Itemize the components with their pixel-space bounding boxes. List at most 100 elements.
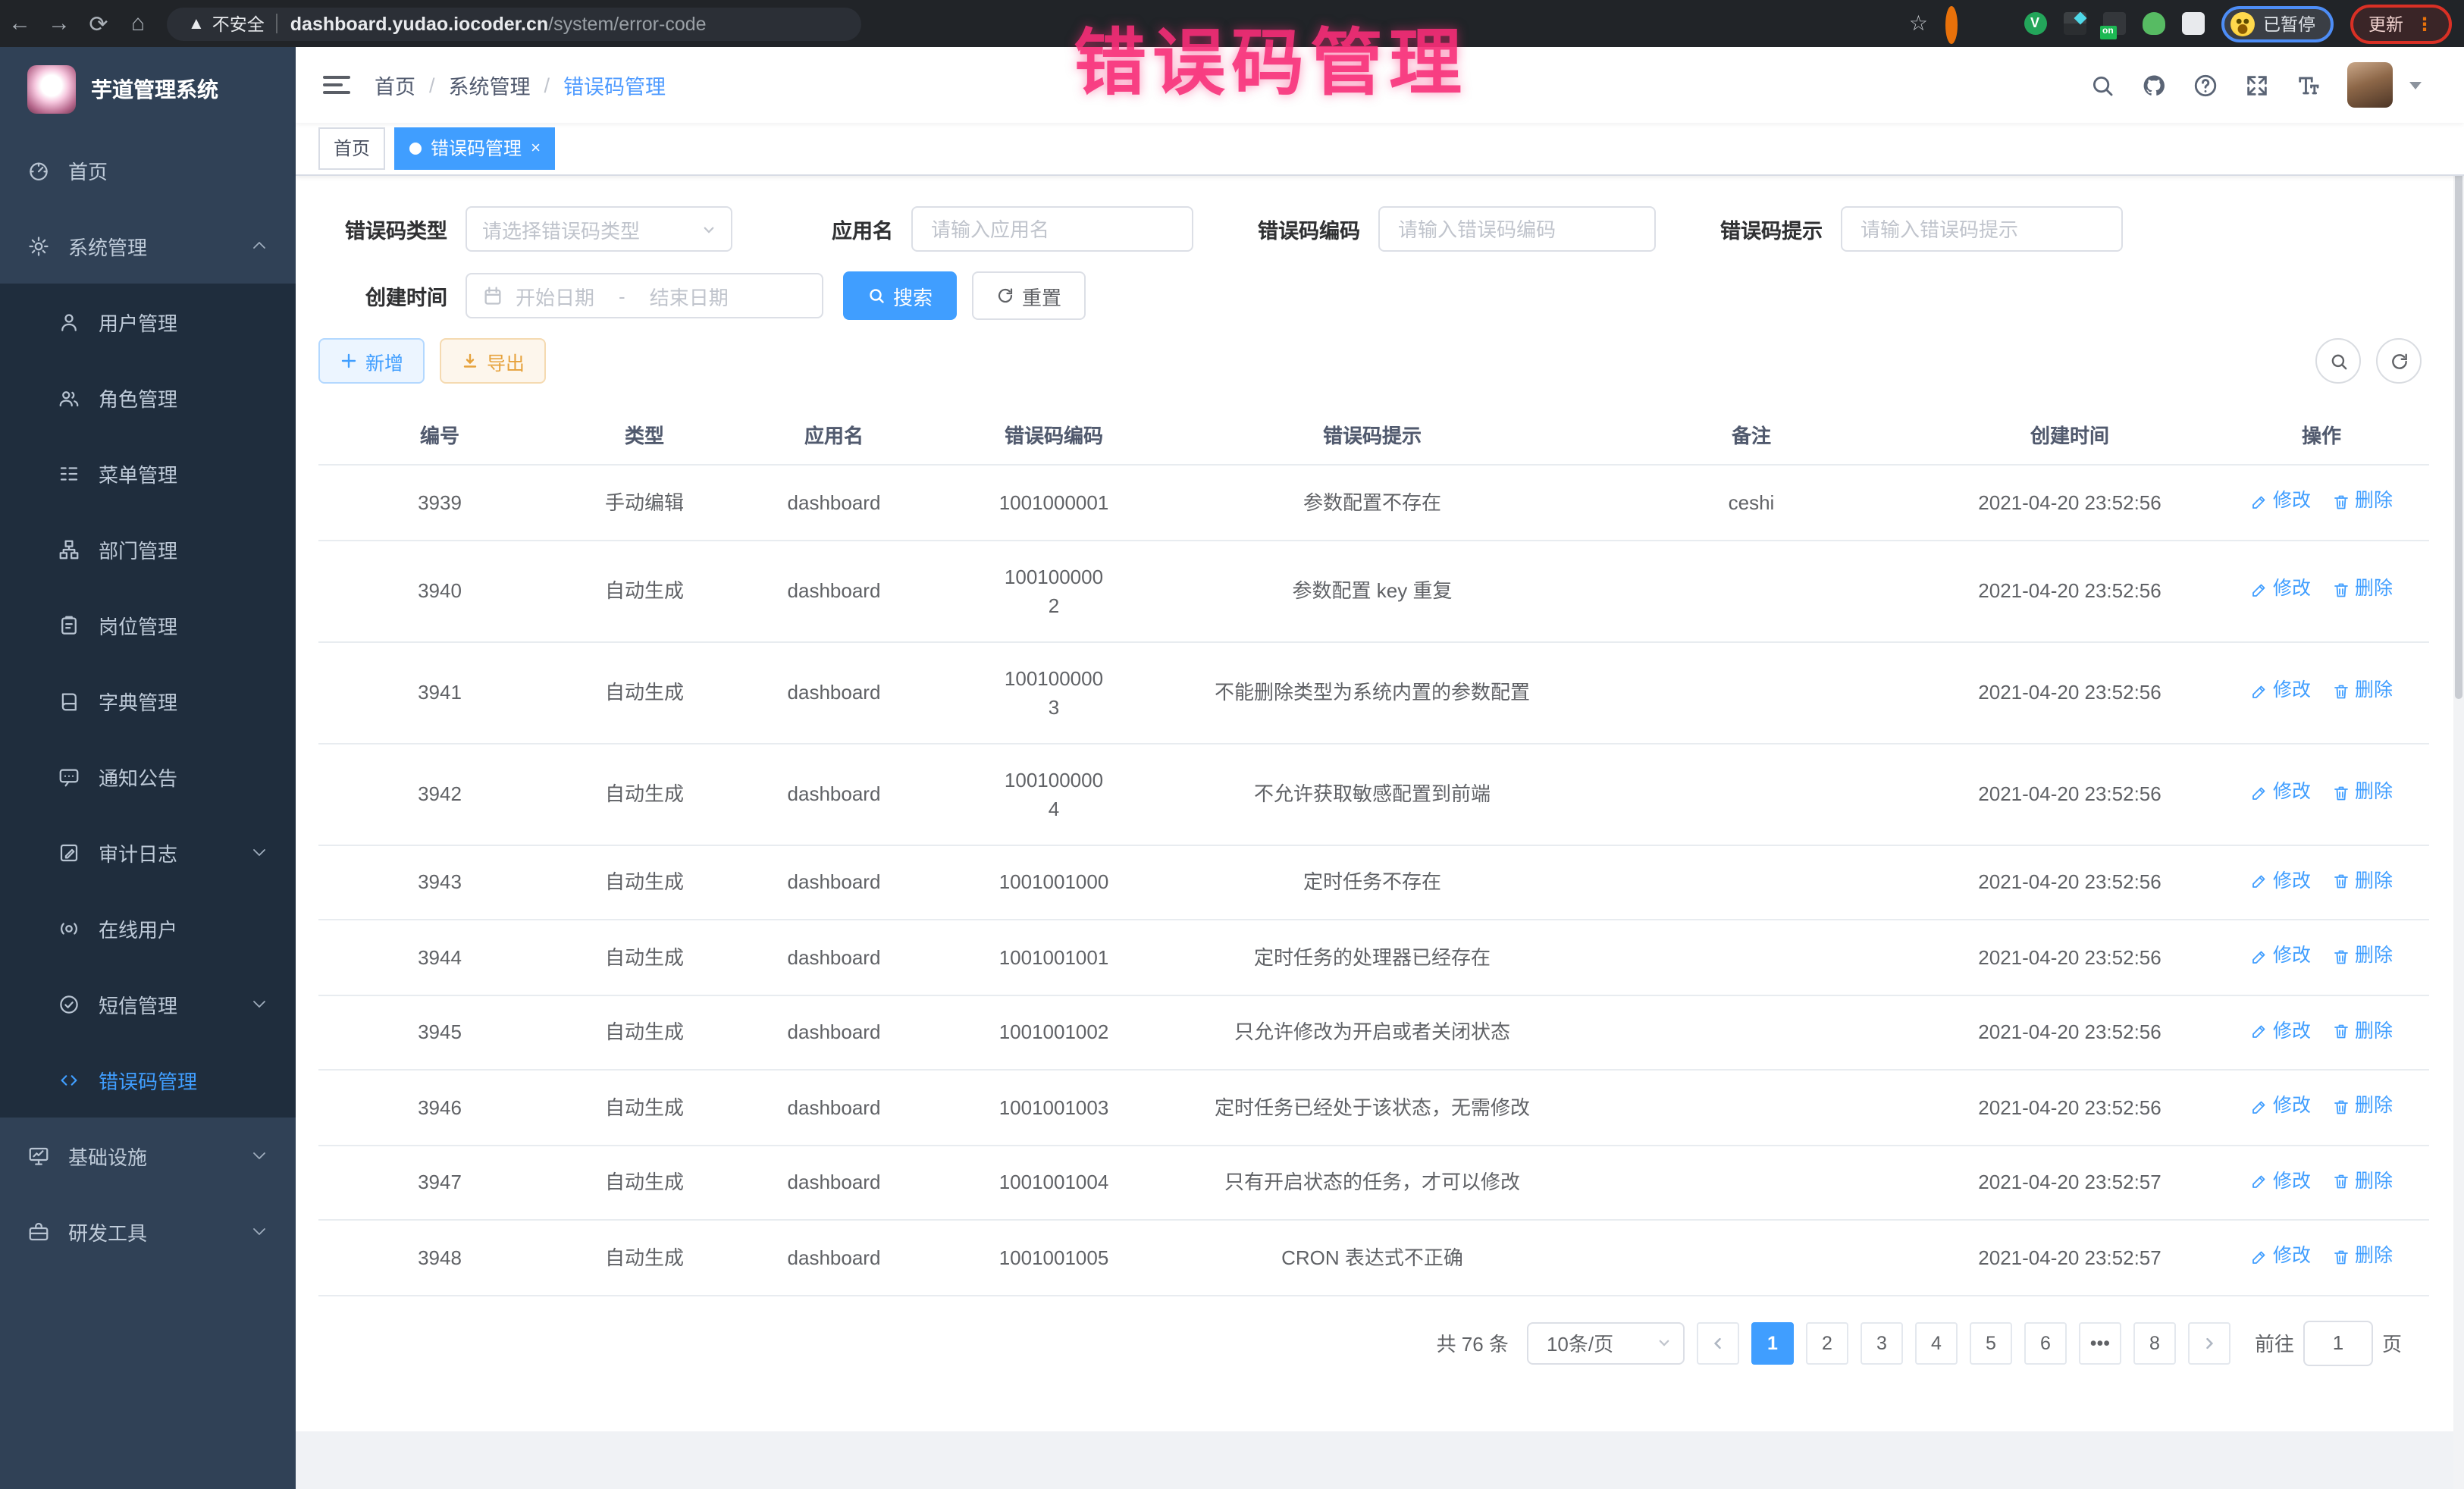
edit-link[interactable]: 修改 — [2250, 942, 2311, 970]
user-avatar[interactable] — [2347, 62, 2393, 108]
tag-0[interactable]: 首页 — [318, 127, 385, 170]
delete-link[interactable]: 删除 — [2332, 779, 2393, 807]
reset-button[interactable]: 重置 — [972, 271, 1086, 320]
extension-proxy-icon[interactable]: on — [2102, 12, 2125, 35]
help-icon[interactable] — [2193, 72, 2218, 98]
page-button-4[interactable]: 4 — [1915, 1321, 1958, 1364]
delete-link[interactable]: 删除 — [2332, 867, 2393, 895]
browser-menu-kebab-icon[interactable]: ⋮ — [2415, 16, 2434, 31]
more-pages-button[interactable]: ••• — [2079, 1321, 2121, 1364]
tag-1[interactable]: 错误码管理× — [394, 127, 556, 170]
errorcode-code-input[interactable] — [1395, 216, 1639, 242]
delete-link[interactable]: 删除 — [2332, 575, 2393, 604]
extension-blue-gem-icon[interactable] — [1984, 12, 2007, 35]
app-name-field[interactable] — [911, 206, 1193, 252]
edit-link[interactable]: 修改 — [2250, 575, 2311, 604]
cell-time: 2021-04-20 23:52:57 — [1926, 1145, 2214, 1220]
back-icon[interactable]: ← — [0, 11, 39, 36]
extension-green-v-icon[interactable]: V — [2024, 12, 2046, 35]
delete-link[interactable]: 删除 — [2332, 487, 2393, 516]
home-icon[interactable]: ⌂ — [118, 11, 158, 36]
edit-link[interactable]: 修改 — [2250, 1017, 2311, 1045]
page-button-6[interactable]: 6 — [2024, 1321, 2067, 1364]
delete-link[interactable]: 删除 — [2332, 942, 2393, 970]
sidebar-item-14[interactable]: 研发工具 — [0, 1193, 296, 1269]
extension-orange-ring-icon[interactable] — [1945, 12, 1967, 35]
page-button-1[interactable]: 1 — [1751, 1321, 1794, 1364]
sidebar-item-6[interactable]: 岗位管理 — [0, 587, 296, 663]
delete-link[interactable]: 删除 — [2332, 677, 2393, 706]
extension-squares-icon[interactable] — [2063, 12, 2086, 35]
profile-paused-chip[interactable]: 已暂停 — [2221, 5, 2334, 42]
sidebar-item-label: 基础设施 — [68, 1141, 147, 1170]
edit-link-label: 修改 — [2273, 779, 2311, 807]
sidebar-item-5[interactable]: 部门管理 — [0, 511, 296, 587]
next-page-button[interactable] — [2188, 1321, 2230, 1364]
sidebar-item-2[interactable]: 用户管理 — [0, 284, 296, 359]
errorcode-tip-field[interactable] — [1841, 206, 2123, 252]
page-button-2[interactable]: 2 — [1806, 1321, 1848, 1364]
extension-green-key-icon[interactable] — [2142, 12, 2165, 35]
chevron-up-icon — [250, 237, 268, 255]
sidebar-item-7[interactable]: 字典管理 — [0, 663, 296, 738]
font-size-icon[interactable] — [2296, 72, 2321, 98]
close-icon[interactable]: × — [531, 140, 541, 157]
page-size-select[interactable]: 10条/页 — [1527, 1321, 1685, 1364]
search-icon[interactable] — [2089, 72, 2115, 98]
sidebar-item-label: 研发工具 — [68, 1217, 147, 1246]
errorcode-type-select[interactable]: 请选择错误码类型 — [466, 206, 732, 252]
edit-link[interactable]: 修改 — [2250, 487, 2311, 516]
search-button[interactable]: 搜索 — [843, 271, 957, 320]
edit-link[interactable]: 修改 — [2250, 1167, 2311, 1196]
edit-link[interactable]: 修改 — [2250, 779, 2311, 807]
errorcode-type-label: 错误码类型 — [318, 214, 466, 244]
fullscreen-icon[interactable] — [2244, 72, 2270, 98]
errorcode-tip-input[interactable] — [1857, 216, 2106, 242]
sidebar-item-1[interactable]: 系统管理 — [0, 208, 296, 284]
sidebar-item-4[interactable]: 菜单管理 — [0, 435, 296, 511]
delete-link[interactable]: 删除 — [2332, 1017, 2393, 1045]
bookmark-star-icon[interactable]: ☆ — [1909, 11, 1928, 36]
hide-search-button[interactable] — [2315, 338, 2361, 384]
sidebar-item-9[interactable]: 审计日志 — [0, 814, 296, 890]
prev-page-button[interactable] — [1697, 1321, 1739, 1364]
delete-link[interactable]: 删除 — [2332, 1242, 2393, 1271]
page-scrollbar[interactable] — [2453, 47, 2464, 1489]
reload-icon[interactable]: ⟳ — [79, 10, 118, 37]
avatar-caret-icon[interactable] — [2409, 81, 2422, 89]
page-button-3[interactable]: 3 — [1861, 1321, 1903, 1364]
add-button[interactable]: 新增 — [318, 338, 425, 384]
sidebar-item-12[interactable]: 错误码管理 — [0, 1042, 296, 1118]
delete-link[interactable]: 删除 — [2332, 1167, 2393, 1196]
refresh-button[interactable] — [2376, 338, 2422, 384]
extensions-puzzle-icon[interactable] — [2181, 12, 2204, 35]
breadcrumb-system[interactable]: 系统管理 — [449, 70, 531, 100]
address-bar[interactable]: ▲ 不安全 dashboard.yudao.iocoder.cn /system… — [167, 7, 861, 40]
app-name-input[interactable] — [928, 216, 1177, 242]
github-icon[interactable] — [2141, 72, 2167, 98]
edit-link[interactable]: 修改 — [2250, 1242, 2311, 1271]
sidebar-item-11[interactable]: 短信管理 — [0, 966, 296, 1042]
sidebar-item-13[interactable]: 基础设施 — [0, 1118, 296, 1193]
sidebar-item-3[interactable]: 角色管理 — [0, 359, 296, 435]
cell-type: 自动生成 — [561, 995, 728, 1070]
delete-link-label: 删除 — [2355, 779, 2393, 807]
delete-link[interactable]: 删除 — [2332, 1092, 2393, 1121]
sidebar-item-10[interactable]: 在线用户 — [0, 890, 296, 966]
date-range-picker[interactable]: 开始日期 - 结束日期 — [466, 273, 823, 318]
sidebar-logo-row[interactable]: 芋道管理系统 — [0, 47, 296, 132]
goto-page-input[interactable] — [2303, 1320, 2373, 1365]
page-button-5[interactable]: 5 — [1970, 1321, 2012, 1364]
forward-icon[interactable]: → — [39, 11, 79, 36]
edit-link[interactable]: 修改 — [2250, 677, 2311, 706]
hamburger-icon[interactable] — [323, 71, 350, 99]
sidebar-item-0[interactable]: 首页 — [0, 132, 296, 208]
breadcrumb-home[interactable]: 首页 — [375, 70, 415, 100]
edit-link[interactable]: 修改 — [2250, 867, 2311, 895]
chrome-update-button[interactable]: 更新 ⋮ — [2350, 4, 2452, 43]
edit-link[interactable]: 修改 — [2250, 1092, 2311, 1121]
sidebar-item-8[interactable]: 通知公告 — [0, 738, 296, 814]
errorcode-code-field[interactable] — [1378, 206, 1656, 252]
page-button-8[interactable]: 8 — [2133, 1321, 2176, 1364]
export-button[interactable]: 导出 — [440, 338, 546, 384]
